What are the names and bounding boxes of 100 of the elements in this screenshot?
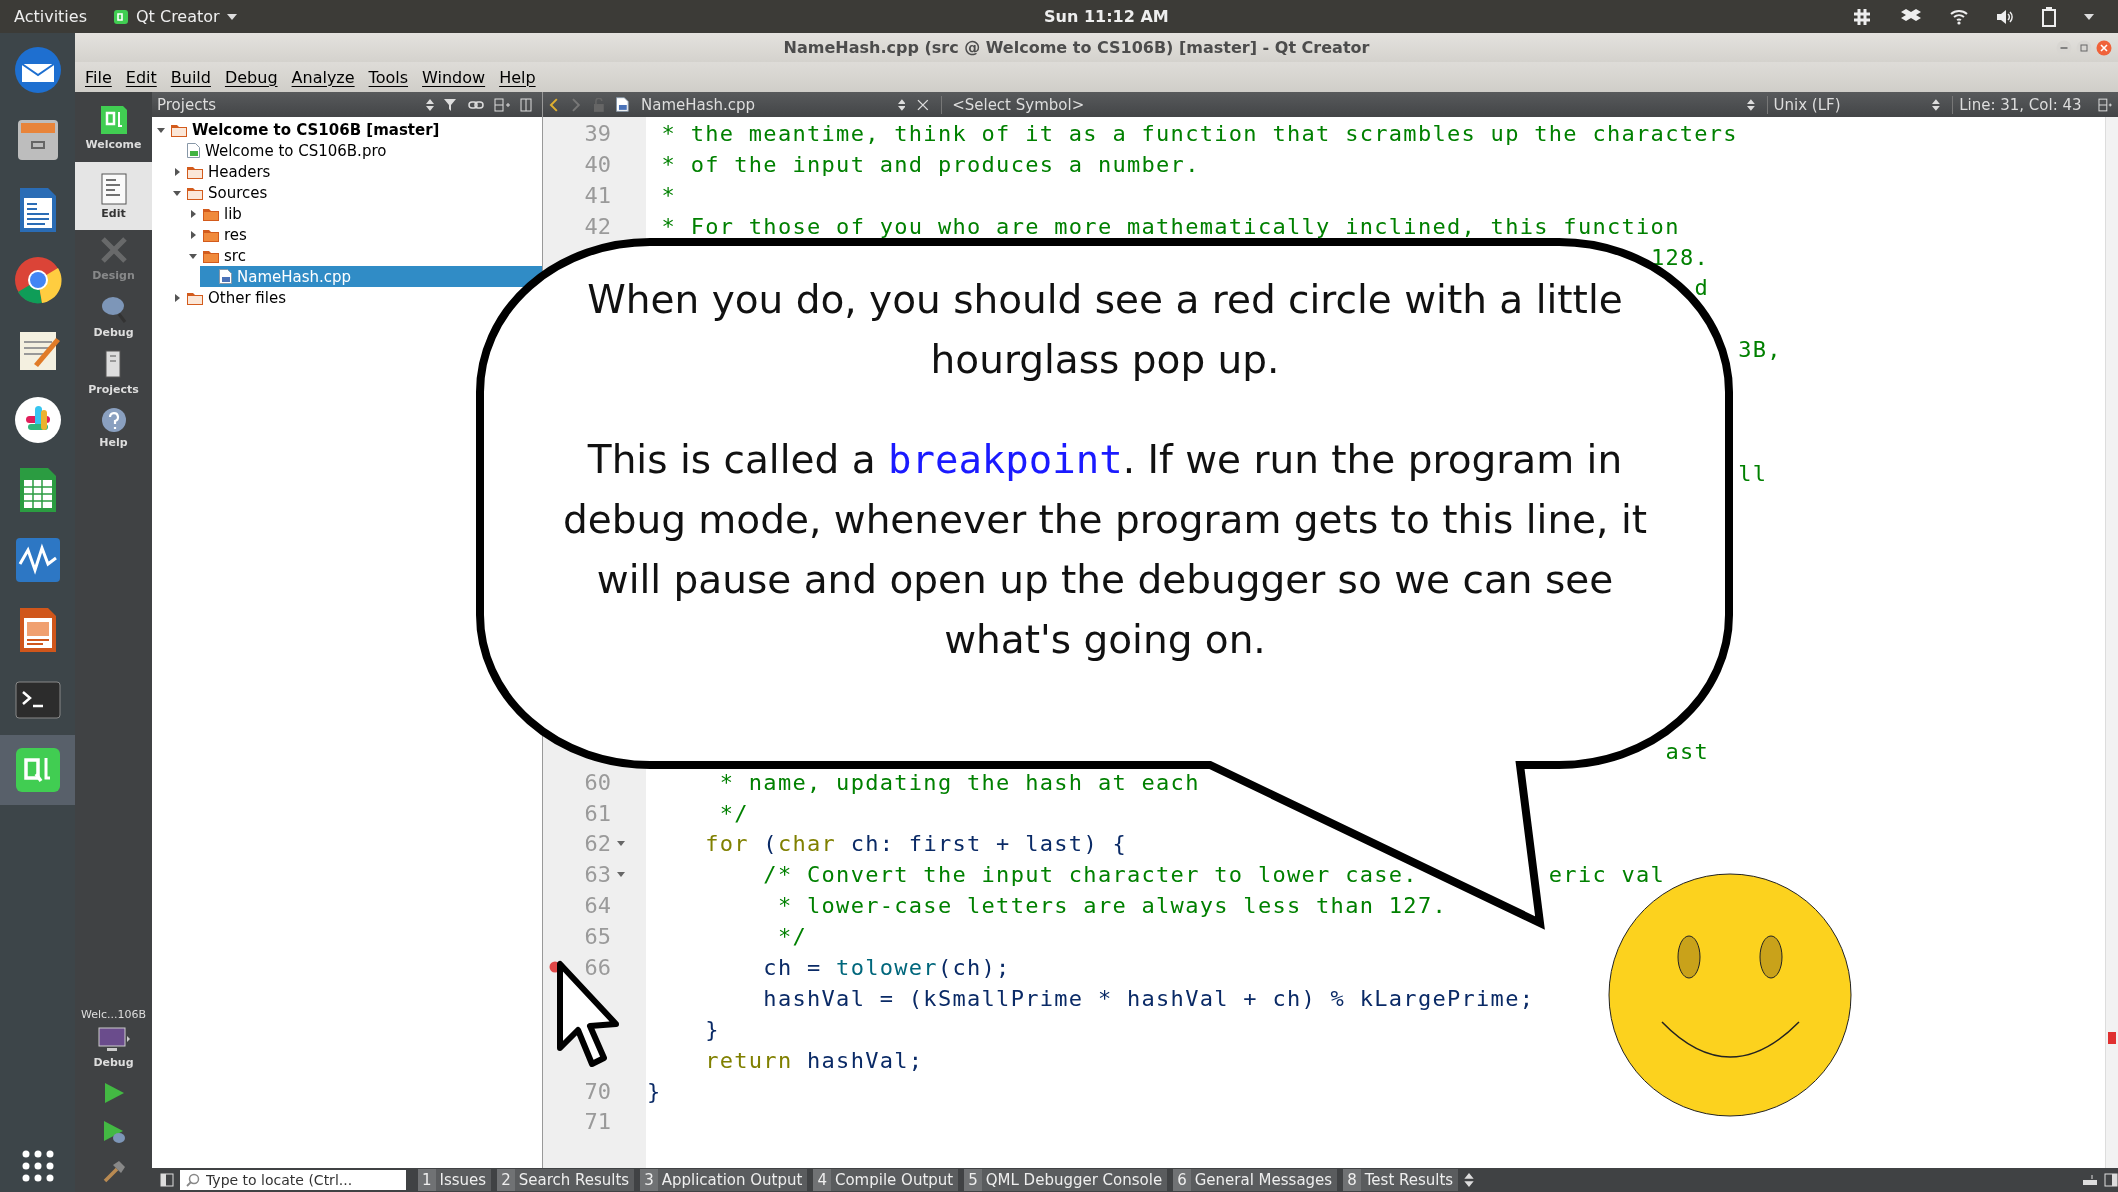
code-token: */ — [776, 924, 807, 950]
up-down-arrows-icon[interactable] — [426, 98, 434, 111]
view-selector[interactable]: Projects — [157, 95, 416, 114]
folder-icon — [187, 164, 203, 179]
split-icon[interactable] — [494, 97, 510, 112]
mode-button[interactable]: Edit — [75, 162, 152, 230]
line-number: 61 — [583, 800, 611, 826]
output-pane-button[interactable]: 6 General Messages — [1173, 1169, 1338, 1191]
wifi-icon[interactable] — [1950, 8, 1968, 25]
dropdown-caret-icon — [226, 13, 237, 20]
mode-button[interactable]: Projects — [75, 344, 152, 401]
fold-arrow-icon[interactable] — [617, 871, 625, 878]
filter-icon[interactable] — [444, 97, 458, 112]
collapsed-arrow-icon[interactable] — [173, 167, 181, 176]
code-token: * — [660, 182, 677, 208]
menu-item[interactable]: Debug — [224, 67, 278, 87]
collapsed-arrow-icon[interactable] — [189, 209, 197, 218]
callout-text: This is called a breakpoint. If we run the program in debug mode, whenever the program gets to this line, it will pause and open up the debugger so we can see what's going on. — [561, 436, 1648, 664]
up-down-arrows-icon[interactable] — [897, 98, 906, 111]
menu-item[interactable]: Window — [422, 67, 486, 87]
window-title: NameHash.cpp (src @ Welcome to CS106B) [master] - Qt Creator — [783, 38, 1370, 57]
code-token: /* Convert the input character to lower case. — [762, 862, 1418, 888]
menu-item[interactable]: Analyze — [291, 67, 355, 87]
code-token: } — [647, 1078, 662, 1104]
dropdown-caret-icon[interactable] — [2084, 13, 2094, 20]
line-number: 66 — [583, 955, 611, 980]
up-down-arrows-icon[interactable] — [1746, 98, 1755, 111]
output-pane-button[interactable]: 3 Application Output — [640, 1169, 808, 1191]
volume-icon[interactable] — [1996, 8, 2014, 25]
tree-item[interactable]: Welcome to CS106B.pro — [205, 141, 387, 160]
close-icon[interactable] — [917, 98, 930, 111]
link-icon[interactable] — [468, 98, 484, 111]
menu-item[interactable]: Tools — [368, 67, 409, 87]
sidebar-toggle-icon[interactable] — [2104, 1173, 2118, 1187]
menu-item[interactable]: File — [85, 67, 112, 87]
fold-arrow-icon[interactable] — [617, 840, 625, 847]
hash-icon[interactable] — [1852, 6, 1872, 27]
code-token: (ch); — [937, 955, 1011, 980]
output-pane-button[interactable]: 5 QML Debugger Console — [964, 1169, 1168, 1191]
code-token: ch = — [762, 955, 823, 980]
tree-item[interactable]: Welcome to CS106B [master] — [192, 120, 440, 139]
up-down-arrows-icon[interactable] — [1464, 1173, 1475, 1187]
line-number: 65 — [583, 924, 611, 950]
folder-icon — [187, 290, 203, 305]
expanded-arrow-icon[interactable] — [189, 251, 197, 260]
collapsed-arrow-icon[interactable] — [189, 230, 197, 239]
menu-item[interactable]: Build — [170, 67, 211, 87]
tree-item[interactable]: Headers — [208, 162, 271, 181]
line-number: 64 — [583, 893, 611, 919]
split-icon[interactable] — [2098, 97, 2112, 112]
code-token: for — [704, 831, 749, 857]
code-fragment: d — [1694, 275, 1710, 301]
up-down-arrows-icon[interactable] — [1932, 98, 1941, 111]
tree-item[interactable]: Sources — [208, 183, 268, 202]
code-token: } — [704, 1016, 720, 1042]
output-pane-button[interactable]: 8 Test Results — [1343, 1169, 1459, 1191]
mode-button[interactable]: Help — [75, 401, 152, 454]
code-token: char — [777, 831, 837, 857]
scrollbar[interactable] — [2105, 117, 2118, 1168]
tree-item[interactable]: lib — [224, 204, 242, 223]
line-number: 42 — [583, 213, 611, 239]
symbol-selector[interactable]: <Select Symbol> — [941, 95, 1735, 114]
close-pane-icon[interactable] — [520, 97, 532, 112]
qt-logo-icon — [113, 8, 129, 25]
progress-toggle-icon[interactable] — [2082, 1174, 2098, 1186]
code-token: * lower-case letters are always less than 127. — [776, 893, 1447, 919]
folder-icon — [171, 122, 187, 137]
app-menu[interactable]: Qt Creator — [113, 7, 237, 26]
kit-selector-button[interactable]: Debug — [75, 1021, 152, 1074]
output-pane-button[interactable]: 2 Search Results — [497, 1169, 635, 1191]
battery-icon[interactable] — [2042, 6, 2056, 27]
kit-project-name: Welc...106B — [80, 1008, 147, 1021]
sidebar-toggle-icon[interactable] — [160, 1173, 174, 1187]
tree-item[interactable]: res — [224, 225, 247, 244]
collapsed-arrow-icon[interactable] — [173, 293, 181, 302]
cursor-position[interactable]: Line: 31, Col: 43 — [1952, 95, 2087, 114]
code-token: tolower — [836, 955, 938, 980]
expanded-arrow-icon[interactable] — [157, 125, 165, 134]
code-token: return — [704, 1047, 793, 1073]
code-fragment: ast — [1665, 738, 1710, 764]
code-token: eric val — [1547, 862, 1666, 888]
clock[interactable]: Sun 11:12 AM — [1044, 7, 1169, 26]
menu-item[interactable]: Edit — [125, 67, 157, 87]
tree-item[interactable]: Other files — [208, 288, 287, 307]
code-token: ( — [762, 831, 778, 857]
tree-item[interactable]: src — [224, 246, 246, 265]
expanded-arrow-icon[interactable] — [173, 188, 181, 197]
close-button[interactable] — [2096, 39, 2112, 56]
locator-field[interactable]: Type to locate (Ctrl... — [180, 1170, 406, 1190]
menu-item[interactable]: Help — [499, 67, 536, 87]
code-fragment: 128. — [1650, 244, 1710, 270]
code-token: * For those of you who are more mathematically inclined, this function — [660, 213, 1680, 239]
output-pane-button[interactable]: 1 Issues — [418, 1169, 492, 1191]
mode-button[interactable]: Welcome — [75, 92, 152, 162]
line-ending-selector[interactable]: Unix (LF) — [1766, 95, 1921, 114]
output-pane-button[interactable]: 4 Compile Output — [813, 1169, 959, 1191]
activities-button[interactable]: Activities — [14, 7, 87, 26]
open-file-selector[interactable]: NameHash.cpp — [641, 95, 886, 114]
mode-button[interactable]: Debug — [75, 287, 152, 344]
folder-icon — [187, 185, 203, 200]
